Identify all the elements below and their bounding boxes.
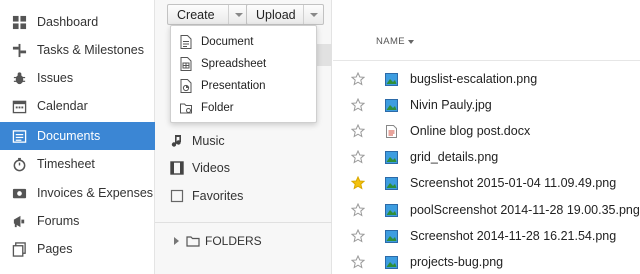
documents-icon xyxy=(11,128,27,144)
create-button[interactable]: Create xyxy=(167,4,249,25)
favorites-icon xyxy=(170,189,184,203)
nav-item-tasks-milestones[interactable]: Tasks & Milestones xyxy=(0,36,155,64)
file-row[interactable]: Screenshot 2014-11-28 16.21.54.png xyxy=(333,224,640,250)
file-row[interactable]: grid_details.png xyxy=(333,145,640,171)
left-nav: Dashboard Tasks & Milestones Issues Cale… xyxy=(0,0,155,274)
chevron-down-icon[interactable] xyxy=(228,5,248,24)
menu-item-presentation[interactable]: Presentation xyxy=(171,75,316,97)
menu-item-label: Folder xyxy=(201,102,234,114)
menu-item-label: Presentation xyxy=(201,80,266,92)
bug-icon xyxy=(11,70,27,86)
divider xyxy=(333,60,640,61)
star-icon[interactable] xyxy=(351,229,365,243)
nav-item-label: Forums xyxy=(37,214,80,228)
star-icon[interactable] xyxy=(351,124,365,138)
megaphone-icon xyxy=(11,213,27,229)
nav-item-issues[interactable]: Issues xyxy=(0,64,155,92)
star-icon[interactable] xyxy=(351,72,365,86)
stopwatch-icon xyxy=(11,156,27,172)
nav-item-forums[interactable]: Forums xyxy=(0,207,155,235)
nav-item-label: Pages xyxy=(37,242,73,256)
folders-label: FOLDERS xyxy=(205,233,262,248)
menu-item-spreadsheet[interactable]: Spreadsheet xyxy=(171,53,316,75)
file-row[interactable]: poolScreenshot 2014-11-28 19.00.35.png xyxy=(333,198,640,224)
presentation-icon xyxy=(180,79,192,93)
nav-item-dashboard[interactable]: Dashboard xyxy=(0,8,155,36)
file-row[interactable]: Nivin Pauly.jpg xyxy=(333,93,640,119)
sort-desc-icon xyxy=(408,39,415,44)
create-button-label: Create xyxy=(177,7,215,22)
library-item-favorites[interactable]: Favorites xyxy=(170,186,243,206)
document-icon xyxy=(180,35,192,49)
nav-item-label: Tasks & Milestones xyxy=(37,43,144,57)
nav-item-label: Timesheet xyxy=(37,157,95,171)
nav-item-timesheet[interactable]: Timesheet xyxy=(0,150,155,178)
image-file-icon xyxy=(385,151,398,164)
nav-item-invoices-expenses[interactable]: Invoices & Expenses xyxy=(0,179,155,207)
document-file-icon xyxy=(386,125,397,138)
invoice-icon xyxy=(11,185,27,201)
file-row[interactable]: Screenshot 2015-01-04 11.09.49.png xyxy=(333,171,640,197)
file-row[interactable]: bugslist-escalation.png xyxy=(333,67,640,93)
menu-item-label: Spreadsheet xyxy=(201,58,267,70)
file-row[interactable]: projects-bug.png xyxy=(333,250,640,274)
image-file-icon xyxy=(385,230,398,243)
music-note-icon xyxy=(171,135,181,147)
nav-item-calendar[interactable]: Calendar xyxy=(0,92,155,120)
menu-item-document[interactable]: Document xyxy=(171,31,316,53)
library-item-label: Favorites xyxy=(192,189,244,203)
star-icon[interactable] xyxy=(351,203,365,217)
star-icon[interactable] xyxy=(351,255,365,269)
file-name[interactable]: projects-bug.png xyxy=(410,255,503,269)
name-column-header[interactable]: NAME xyxy=(376,36,415,47)
library-item-music[interactable]: Music xyxy=(170,131,225,151)
file-name[interactable]: poolScreenshot 2014-11-28 19.00.35.png xyxy=(410,203,640,217)
folders-tree-toggle[interactable]: FOLDERS xyxy=(155,222,332,258)
nav-item-documents[interactable]: Documents xyxy=(0,122,155,150)
create-dropdown-menu: Document Spreadsheet Presentation Folder xyxy=(170,25,317,123)
folder-icon xyxy=(186,235,200,247)
menu-item-label: Document xyxy=(201,36,254,48)
pages-icon xyxy=(11,241,27,257)
nav-item-label: Dashboard xyxy=(37,15,99,29)
spreadsheet-icon xyxy=(180,57,192,71)
image-file-icon xyxy=(385,73,398,86)
folder-icon xyxy=(180,103,192,114)
dashboard-icon xyxy=(11,14,27,30)
file-name[interactable]: Nivin Pauly.jpg xyxy=(410,98,492,112)
nav-item-pages[interactable]: Pages xyxy=(0,235,155,263)
library-item-label: Videos xyxy=(192,161,230,175)
menu-item-folder[interactable]: Folder xyxy=(171,97,316,119)
image-file-icon xyxy=(385,204,398,217)
chevron-right-icon xyxy=(174,236,179,245)
calendar-icon xyxy=(11,98,27,114)
tasks-icon xyxy=(11,42,27,58)
image-file-icon xyxy=(385,177,398,190)
star-icon-active[interactable] xyxy=(351,176,365,190)
nav-item-label: Issues xyxy=(37,71,74,85)
library-item-label: Music xyxy=(192,134,225,148)
film-icon xyxy=(170,161,184,175)
nav-item-label: Documents xyxy=(37,129,101,143)
image-file-icon xyxy=(385,99,398,112)
chevron-down-icon[interactable] xyxy=(303,5,323,24)
star-icon[interactable] xyxy=(351,98,365,112)
file-row[interactable]: Online blog post.docx xyxy=(333,119,640,145)
upload-button[interactable]: Upload xyxy=(246,4,324,25)
image-file-icon xyxy=(385,256,398,269)
file-name[interactable]: bugslist-escalation.png xyxy=(410,72,537,86)
star-icon[interactable] xyxy=(351,150,365,164)
file-name[interactable]: Screenshot 2015-01-04 11.09.49.png xyxy=(410,176,616,190)
file-name[interactable]: Online blog post.docx xyxy=(410,124,530,138)
nav-item-label: Invoices & Expenses xyxy=(37,186,154,200)
upload-button-label: Upload xyxy=(256,7,296,22)
file-name[interactable]: Screenshot 2014-11-28 16.21.54.png xyxy=(410,229,616,243)
nav-item-label: Calendar xyxy=(37,99,88,113)
library-item-videos[interactable]: Videos xyxy=(170,158,230,178)
file-name[interactable]: grid_details.png xyxy=(410,150,498,164)
